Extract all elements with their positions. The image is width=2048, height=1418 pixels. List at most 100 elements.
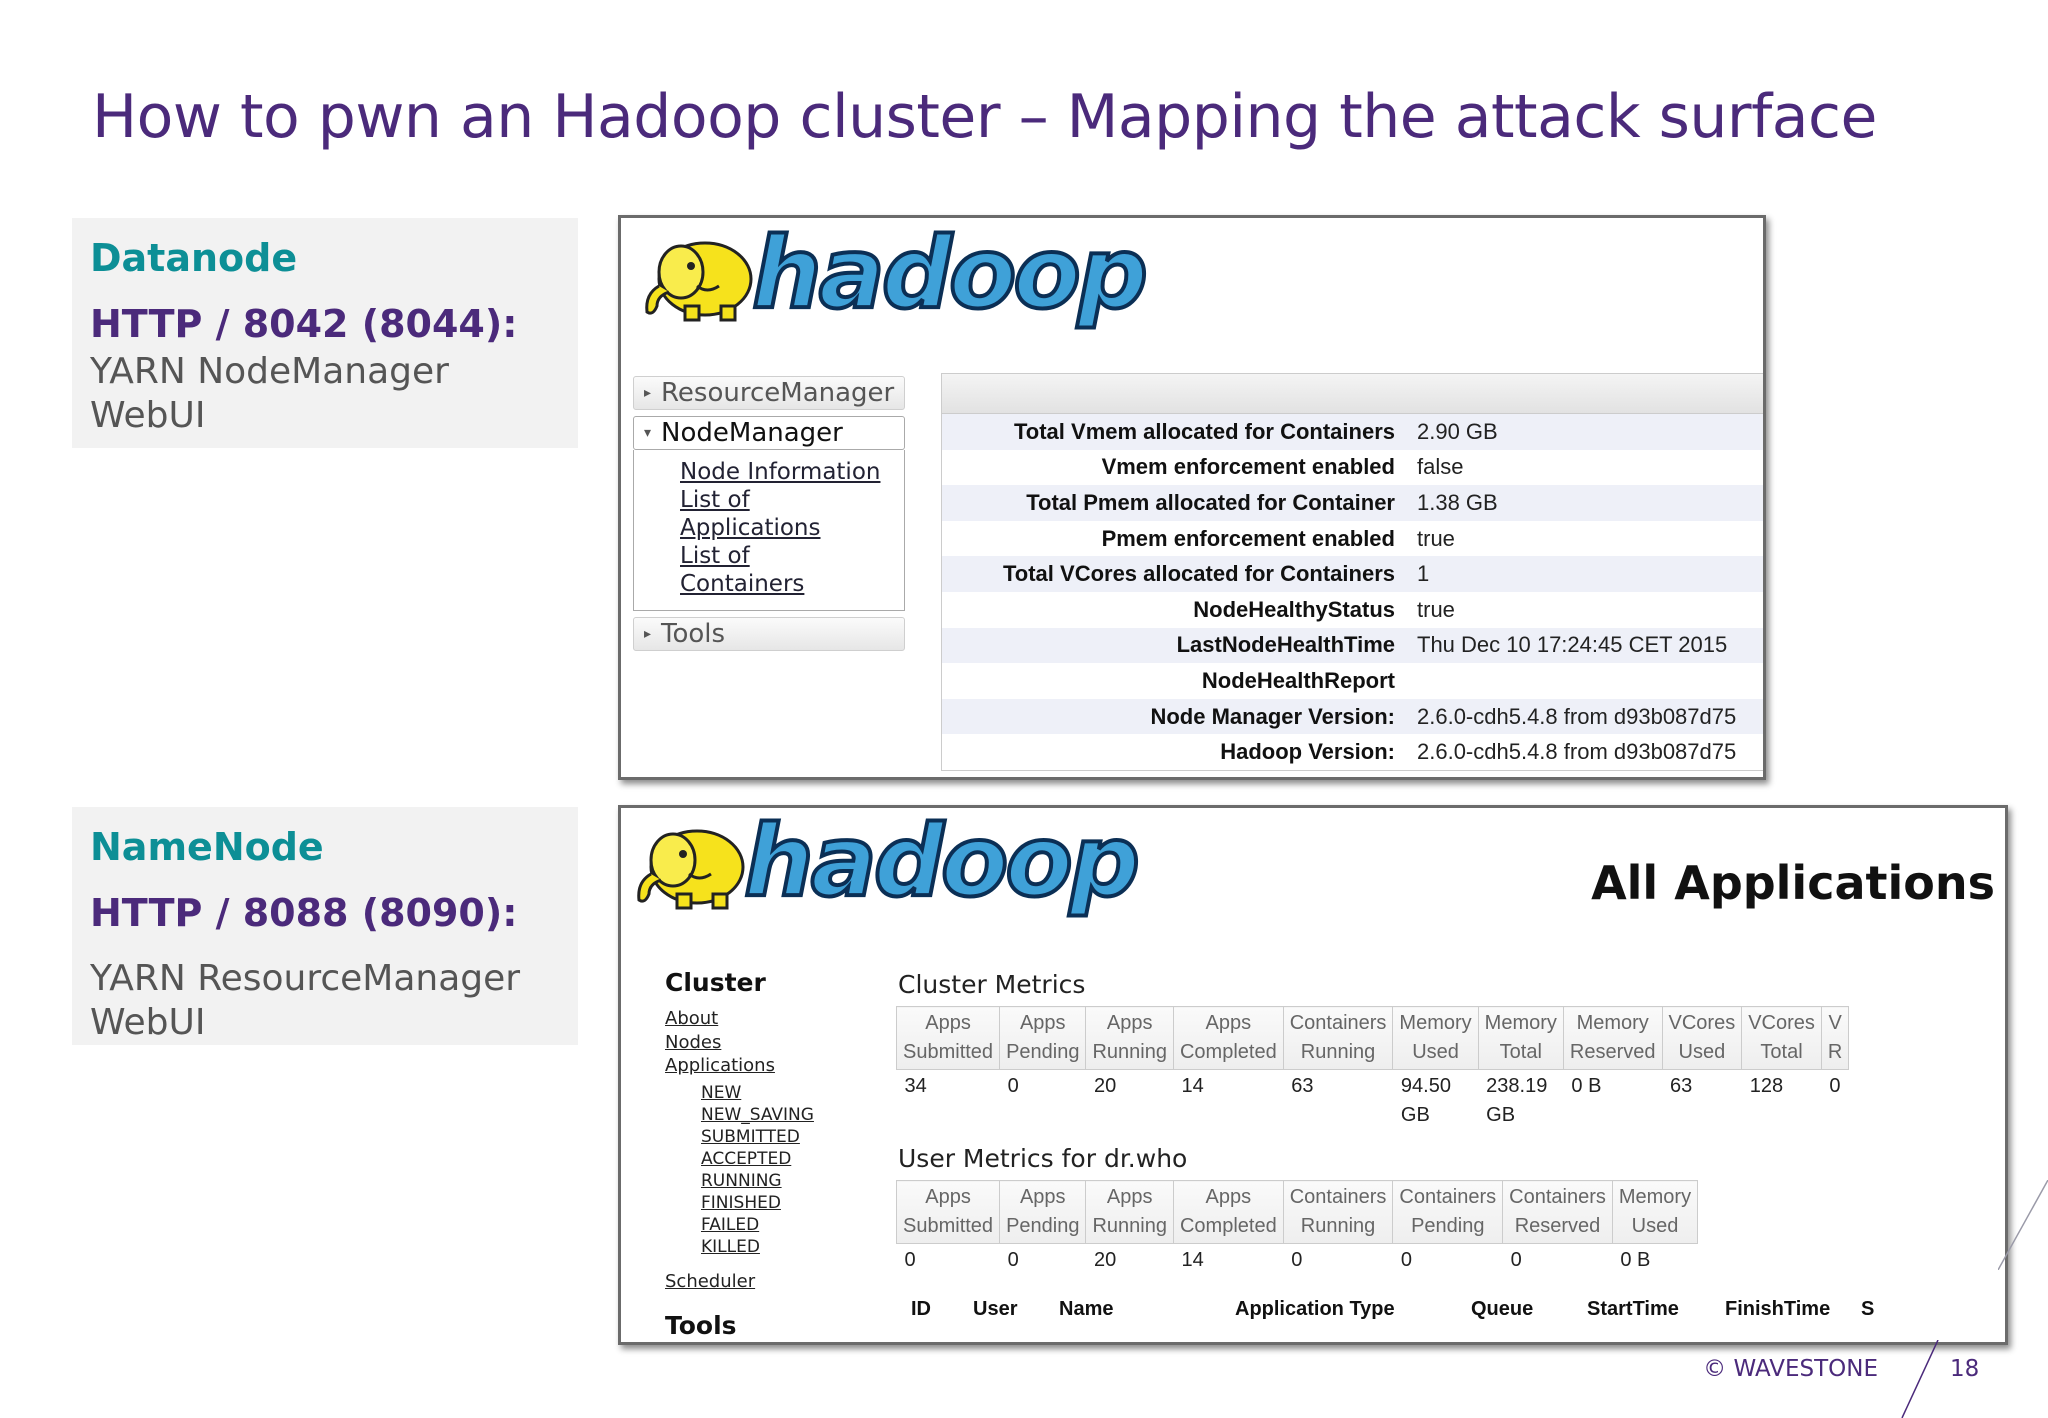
table-row: 34 0 20 14 63 94.50 GB 238.19 GB 0 B 63 128 0 [897, 1070, 1849, 1133]
caret-down-icon: ▾ [644, 425, 652, 441]
column-header-line: Containers [1289, 1012, 1387, 1034]
link-nodes[interactable]: Nodes [665, 1031, 865, 1055]
link-list-of-containers[interactable]: List of [680, 542, 894, 570]
footer-divider [1901, 1340, 1939, 1418]
column-header-line: VCores [1668, 1012, 1736, 1034]
cell-line: 14 [1181, 1075, 1204, 1097]
nav-resourcemanager-label: ResourceManager [661, 378, 895, 408]
column-header[interactable]: Apps Submitted [895, 1180, 1001, 1244]
column-header[interactable]: Apps Pending [999, 1180, 1087, 1244]
apps-column-header[interactable]: StartTime [1587, 1298, 1679, 1321]
column-header[interactable]: Apps Completed [1172, 1006, 1284, 1070]
column-header-line: Pending [1411, 1215, 1485, 1237]
column-header[interactable]: Memory Total [1477, 1006, 1564, 1070]
table-cell: 0 [1007, 1249, 1019, 1271]
column-header-line: Apps [1106, 1186, 1153, 1208]
apps-column-header[interactable]: Application Type [1235, 1298, 1395, 1321]
row-value: 1 [1417, 561, 1430, 587]
row-key: Total VCores allocated for Containers [1002, 561, 1395, 587]
footer-brand: © WAVESTONE [1703, 1356, 1878, 1382]
link-list-of-applications[interactable]: List of [680, 486, 894, 514]
column-header-line: Apps [1106, 1012, 1153, 1034]
column-header[interactable]: Memory Used [1392, 1006, 1479, 1070]
column-header[interactable]: Containers Running [1282, 1006, 1394, 1070]
nodemanager-screenshot: hadoop ▸ ResourceManager ▾ NodeManager N… [618, 215, 1766, 780]
hadoop-logo: hadoop [629, 811, 1142, 913]
column-header-line: Total [1760, 1041, 1803, 1063]
table-row: Hadoop Version: 2.6.0-cdh5.4.8 from d93b0… [942, 734, 1763, 770]
link-scheduler[interactable]: Scheduler [665, 1270, 865, 1294]
column-header-line: Reserved [1514, 1215, 1601, 1237]
nav-resourcemanager[interactable]: ▸ ResourceManager [633, 376, 905, 410]
column-header[interactable]: Apps Running [1085, 1006, 1174, 1070]
column-header[interactable]: Containers Reserved [1502, 1180, 1613, 1244]
row-value: 2.90 GB [1417, 418, 1498, 444]
apps-column-header[interactable]: Queue [1471, 1298, 1533, 1321]
link-state-finished[interactable]: FINISHED [701, 1192, 865, 1214]
column-header-line: Containers [1399, 1186, 1497, 1208]
apps-column-header[interactable]: FinishTime [1725, 1298, 1830, 1321]
column-header[interactable]: Containers Running [1282, 1180, 1394, 1244]
nav-nodemanager[interactable]: ▾ NodeManager [633, 416, 905, 450]
table-cell: 20 [1093, 1249, 1117, 1271]
column-header[interactable]: Apps Submitted [895, 1006, 1001, 1070]
link-list-of-containers[interactable]: Containers [680, 570, 894, 598]
row-key: Node Manager Version: [1150, 703, 1395, 729]
table-cell: 0 [1400, 1249, 1413, 1271]
link-about[interactable]: About [665, 1007, 865, 1031]
apps-column-header[interactable]: User [973, 1298, 1017, 1321]
column-header-line: Running [1300, 1041, 1376, 1063]
column-header-line: Reserved [1569, 1041, 1656, 1063]
column-header[interactable]: VCores Used [1661, 1006, 1743, 1070]
column-header[interactable]: Apps Running [1085, 1180, 1174, 1244]
namenode-heading: NameNode [90, 825, 324, 869]
link-state-failed[interactable]: FAILED [701, 1214, 865, 1236]
apps-column-header[interactable]: S [1861, 1298, 1874, 1321]
link-state-new[interactable]: NEW [701, 1082, 865, 1104]
column-header[interactable]: Containers Pending [1392, 1180, 1504, 1244]
link-node-information[interactable]: Node Information [680, 458, 894, 486]
cell-line: GB [1486, 1104, 1516, 1126]
cell-line: GB [1400, 1104, 1430, 1126]
namenode-port: HTTP / 8088 (8090): [90, 891, 518, 935]
decorative-line [1998, 1180, 2048, 1270]
table-cell: 14 [1181, 1249, 1204, 1271]
link-list-of-applications[interactable]: Applications [680, 514, 894, 542]
table-cell: 0 B [1620, 1249, 1651, 1271]
link-state-accepted[interactable]: ACCEPTED [701, 1148, 865, 1170]
link-state-new-saving[interactable]: NEW_SAVING [701, 1104, 865, 1126]
table-cell: 20 [1086, 1070, 1174, 1133]
column-header-line: Containers [1509, 1186, 1606, 1208]
column-header-line: Apps [1019, 1186, 1066, 1208]
link-applications[interactable]: Applications [665, 1054, 865, 1078]
table-cell: 0 B [1563, 1070, 1662, 1133]
column-header[interactable]: Memory Reserved [1562, 1006, 1663, 1070]
column-header-line: Used [1678, 1041, 1726, 1063]
link-state-submitted[interactable]: SUBMITTED [701, 1126, 865, 1148]
column-header[interactable]: Apps Completed [1172, 1180, 1284, 1244]
namenode-box: NameNode HTTP / 8088 (8090): YARN Resour… [72, 807, 578, 1045]
apps-column-header[interactable]: ID [911, 1298, 931, 1321]
link-state-killed[interactable]: KILLED [701, 1236, 865, 1258]
column-header[interactable]: Apps Pending [999, 1006, 1087, 1070]
node-info-rows: Total Vmem allocated for Containers 2.90 … [942, 414, 1763, 770]
column-header-line: Running [1300, 1215, 1376, 1237]
link-state-running[interactable]: RUNNING [701, 1170, 865, 1192]
cell-line: 128 [1749, 1075, 1784, 1097]
page-number: 18 [1950, 1356, 1980, 1382]
apps-column-header[interactable]: Name [1059, 1298, 1113, 1321]
column-header[interactable]: VCores Total [1741, 1006, 1822, 1070]
nav-tools[interactable]: ▸ Tools [633, 617, 905, 651]
cell-line: 34 [904, 1075, 927, 1097]
column-header-line: Memory [1484, 1012, 1557, 1034]
row-key: Total Vmem allocated for Containers [1013, 418, 1395, 444]
table-cell: 94.50 GB [1393, 1070, 1478, 1133]
column-header[interactable]: Memory Used [1611, 1180, 1699, 1244]
row-value: 1.38 GB [1417, 489, 1498, 515]
datanode-box: Datanode HTTP / 8042 (8044): YARN NodeMa… [72, 218, 578, 448]
cell-line: 0 [1007, 1075, 1019, 1097]
table-row: Vmem enforcement enabled false [942, 450, 1763, 486]
slide-title: How to pwn an Hadoop cluster – Mapping t… [92, 82, 1877, 152]
row-value: Thu Dec 10 17:24:45 CET 2015 [1417, 632, 1728, 658]
column-header[interactable]: VR [1820, 1006, 1850, 1070]
